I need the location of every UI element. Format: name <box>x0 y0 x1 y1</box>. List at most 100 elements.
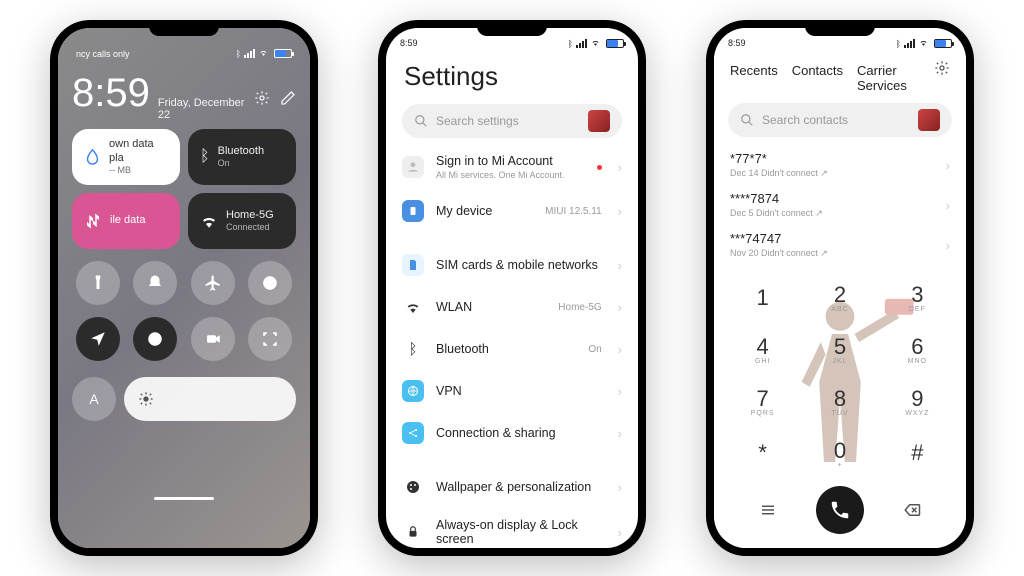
chevron-right-icon: › <box>618 160 622 175</box>
tab-recents[interactable]: Recents <box>730 63 778 93</box>
chevron-right-icon: › <box>618 525 622 540</box>
mobile-data-tile[interactable]: ile data <box>72 193 180 249</box>
bluetooth-tile[interactable]: ᛒ BluetoothOn <box>188 129 296 185</box>
settings-icon[interactable] <box>934 60 950 81</box>
vpn-item[interactable]: VPN › <box>386 370 638 412</box>
home-indicator[interactable] <box>154 497 214 500</box>
connection-item[interactable]: Connection & sharing › <box>386 412 638 454</box>
key-4[interactable]: 4GHI <box>728 326 798 372</box>
bluetooth-icon: ᛒ <box>896 39 901 49</box>
recent-call-item[interactable]: ***74747Nov 20 Didn't connect ↗› <box>714 225 966 265</box>
bluetooth-item[interactable]: ᛒ Bluetooth On › <box>386 328 638 370</box>
tab-contacts[interactable]: Contacts <box>792 63 843 93</box>
screenshot-toggle[interactable] <box>248 317 292 361</box>
lock-icon <box>402 521 424 543</box>
battery-icon <box>606 39 624 48</box>
sim-item[interactable]: SIM cards & mobile networks › <box>386 244 638 286</box>
chevron-right-icon: › <box>618 258 622 273</box>
notch <box>805 22 875 36</box>
location-toggle[interactable] <box>76 317 120 361</box>
key-0[interactable]: 0+ <box>805 430 875 476</box>
screen-record-toggle[interactable] <box>191 317 235 361</box>
wifi-tile[interactable]: Home-5GConnected <box>188 193 296 249</box>
tabs: Recents Contacts Carrier Services <box>714 51 966 99</box>
tile-status: On <box>218 158 264 169</box>
chevron-right-icon: › <box>618 426 622 441</box>
call-number: ***74747 <box>730 231 946 246</box>
tile-status: Connected <box>226 222 274 233</box>
chevron-right-icon: › <box>618 342 622 357</box>
item-label: VPN <box>436 384 606 398</box>
key-star[interactable]: * <box>728 430 798 476</box>
key-5[interactable]: 5JKL <box>805 326 875 372</box>
status-time: 8:59 <box>728 38 746 49</box>
clock-time: 8:59 <box>72 71 150 116</box>
avatar[interactable] <box>588 110 610 132</box>
signal-icon <box>904 39 915 48</box>
key-3[interactable]: 3DEF <box>882 274 952 320</box>
signin-item[interactable]: Sign in to Mi AccountAll Mi services. On… <box>386 144 638 190</box>
tile-label: Home-5G <box>226 209 274 222</box>
recent-call-item[interactable]: ****7874Dec 5 Didn't connect ↗› <box>714 185 966 225</box>
account-icon <box>402 156 424 178</box>
key-9[interactable]: 9WXYZ <box>882 378 952 424</box>
item-value: Home-5G <box>558 302 601 313</box>
bluetooth-icon: ᛒ <box>236 49 241 59</box>
key-hash[interactable]: # <box>882 430 952 476</box>
chevron-right-icon: › <box>618 204 622 219</box>
dnd-toggle[interactable] <box>133 261 177 305</box>
item-value: MIUI 12.5.11 <box>545 206 602 217</box>
chevron-right-icon: › <box>618 384 622 399</box>
rotation-lock-toggle[interactable] <box>133 317 177 361</box>
flashlight-toggle[interactable] <box>76 261 120 305</box>
key-2[interactable]: 2ABC <box>805 274 875 320</box>
key-8[interactable]: 8TUV <box>805 378 875 424</box>
wallpaper-item[interactable]: Wallpaper & personalization › <box>386 466 638 508</box>
dark-mode-toggle[interactable] <box>248 261 292 305</box>
battery-icon <box>274 49 292 58</box>
item-label: My device <box>436 204 533 218</box>
call-date: Dec 14 Didn't connect ↗ <box>730 168 946 179</box>
call-date: Dec 5 Didn't connect ↗ <box>730 208 946 219</box>
signal-icon <box>576 39 587 48</box>
wlan-item[interactable]: WLAN Home-5G › <box>386 286 638 328</box>
chevron-right-icon[interactable]: › <box>946 198 950 213</box>
key-7[interactable]: 7PQRS <box>728 378 798 424</box>
edit-icon[interactable] <box>280 90 296 111</box>
tile-value: -- MB <box>109 165 168 176</box>
tile-label: Bluetooth <box>218 145 264 158</box>
search-input[interactable]: Search contacts <box>728 103 952 137</box>
airplane-toggle[interactable] <box>191 261 235 305</box>
battery-icon <box>934 39 952 48</box>
call-button[interactable] <box>816 486 864 534</box>
wifi-icon <box>590 38 601 49</box>
search-icon <box>740 113 754 127</box>
item-sub: All Mi services. One Mi Account. <box>436 170 585 180</box>
chevron-right-icon[interactable]: › <box>946 158 950 173</box>
notification-dot <box>597 165 602 170</box>
wallpaper-icon <box>402 476 424 498</box>
wifi-icon <box>918 38 929 49</box>
search-input[interactable]: Search settings <box>402 104 622 138</box>
data-plan-tile[interactable]: own data pla-- MB <box>72 129 180 185</box>
item-label: WLAN <box>436 300 546 314</box>
item-value: On <box>588 344 601 355</box>
key-6[interactable]: 6MNO <box>882 326 952 372</box>
item-label: Bluetooth <box>436 342 576 356</box>
avatar[interactable] <box>918 109 940 131</box>
key-1[interactable]: 1 <box>728 274 798 320</box>
settings-icon[interactable] <box>254 90 270 111</box>
brightness-slider[interactable] <box>124 377 296 421</box>
item-label: Always-on display & Lock screen <box>436 518 606 546</box>
menu-icon[interactable] <box>748 501 788 519</box>
status-icons: ᛒ <box>236 48 292 59</box>
chevron-right-icon[interactable]: › <box>946 238 950 253</box>
device-icon <box>402 200 424 222</box>
backspace-icon[interactable] <box>892 501 932 519</box>
auto-brightness-toggle[interactable]: A <box>72 377 116 421</box>
recent-call-item[interactable]: *77*7*Dec 14 Didn't connect ↗› <box>714 145 966 185</box>
my-device-item[interactable]: My device MIUI 12.5.11 › <box>386 190 638 232</box>
chevron-right-icon: › <box>618 480 622 495</box>
status-time: 8:59 <box>400 38 418 49</box>
lockscreen-item[interactable]: Always-on display & Lock screen › <box>386 508 638 548</box>
